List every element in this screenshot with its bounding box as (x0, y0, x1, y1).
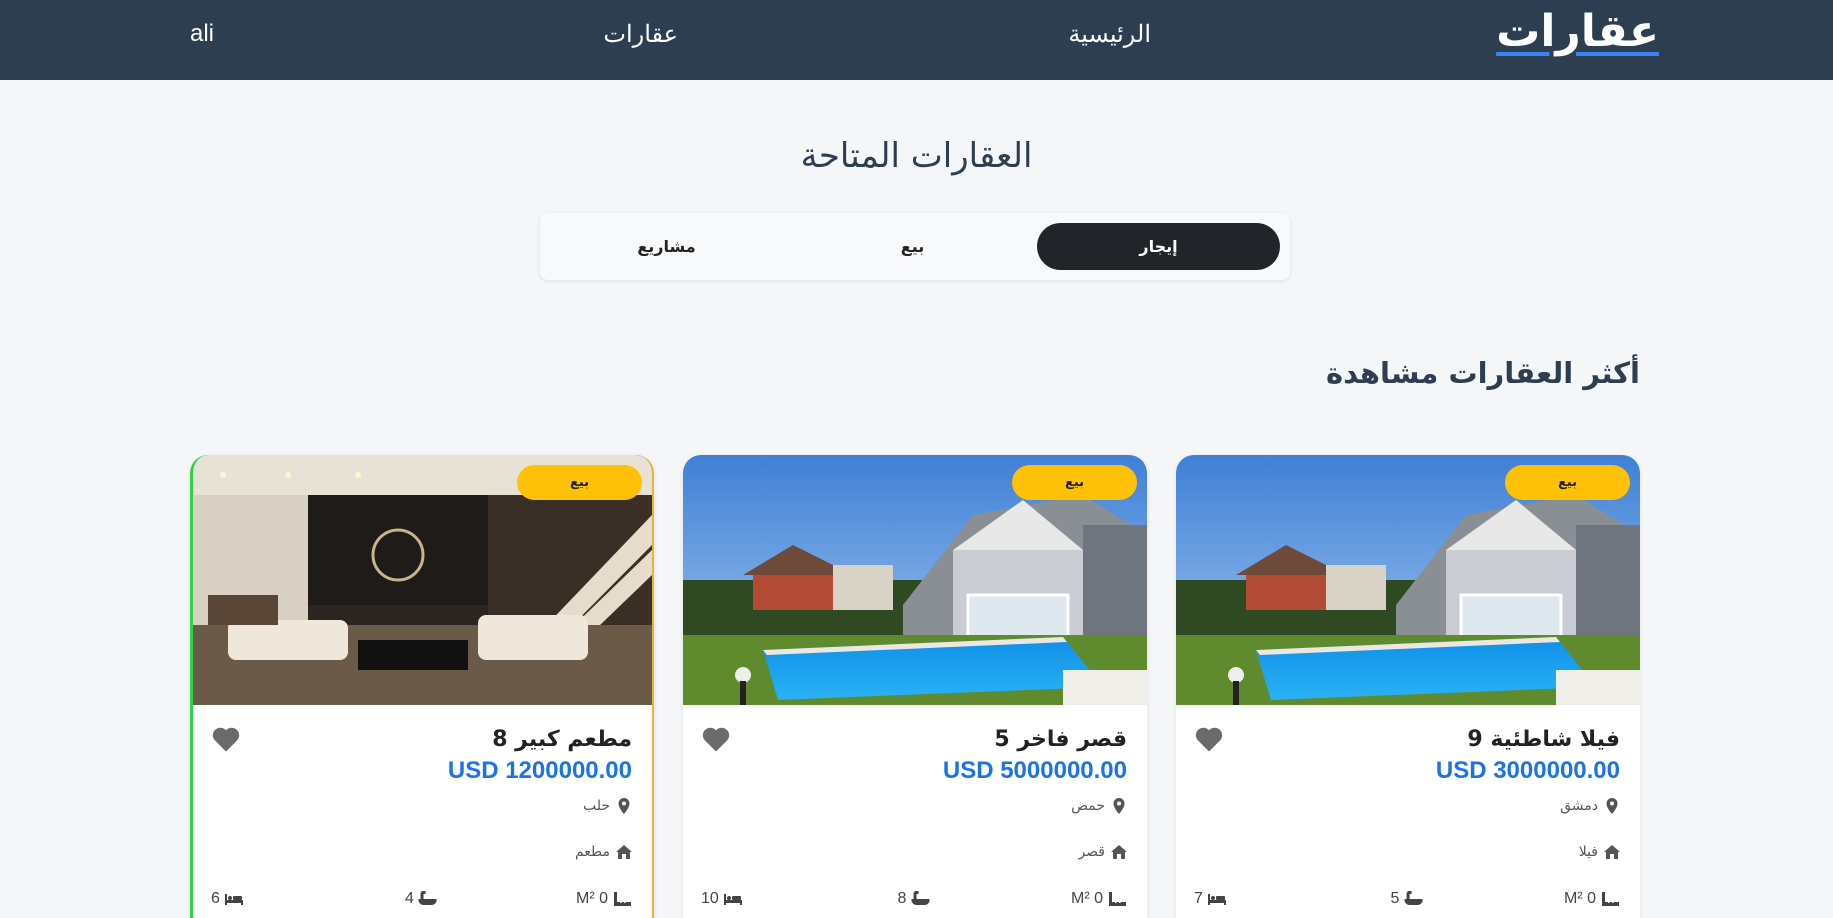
bed-icon (224, 894, 243, 905)
tab-rent[interactable]: إيجار (1037, 223, 1280, 270)
location-pin-icon (1606, 798, 1618, 814)
bedrooms-stat: 10 (701, 890, 743, 908)
home-icon (1604, 845, 1620, 859)
area-value: M² 0 (576, 890, 608, 907)
location-label: حمص (1071, 798, 1105, 814)
property-title[interactable]: مطعم كبير 8 (492, 727, 632, 752)
bedrooms-stat: 7 (1194, 890, 1227, 908)
bathrooms-stat: 5 (1391, 890, 1424, 908)
bath-icon (1404, 891, 1423, 906)
listing-badge: بيع (1505, 465, 1630, 500)
nav-user-menu[interactable]: ali (190, 20, 214, 48)
property-card[interactable]: بيع فيلا شاطئية 9 USD 3000000.00 دمشق في… (1176, 455, 1640, 918)
property-price: USD 3000000.00 (1435, 757, 1620, 784)
area-stat: M² 0 (1071, 890, 1127, 908)
property-price: USD 5000000.00 (942, 757, 1127, 784)
bed-icon (723, 894, 742, 905)
ruler-icon (1109, 892, 1126, 906)
property-image-villa[interactable]: بيع (1176, 455, 1640, 705)
property-type: مطعم (575, 844, 632, 860)
page-title: العقارات المتاحة (800, 136, 1033, 176)
nav-link-home[interactable]: الرئيسية (1068, 20, 1151, 49)
tab-sale[interactable]: بيع (791, 223, 1034, 270)
property-stats: M² 0 5 7 (1194, 890, 1620, 912)
type-label: مطعم (574, 844, 610, 860)
ruler-icon (1602, 892, 1619, 906)
tab-projects[interactable]: مشاريع (545, 223, 788, 270)
property-location: حمص (1071, 798, 1127, 814)
property-card[interactable]: بيع مطعم كبير 8 USD 1200000.00 حلب مطعم … (190, 455, 654, 918)
heart-icon[interactable] (1194, 725, 1224, 753)
location-pin-icon (618, 798, 630, 814)
property-card[interactable]: بيع قصر فاخر 5 USD 5000000.00 حمص قصر M²… (683, 455, 1147, 918)
bedrooms-value: 7 (1194, 890, 1203, 907)
bed-icon (1207, 894, 1226, 905)
location-pin-icon (1113, 798, 1125, 814)
bath-icon (911, 891, 930, 906)
property-location: دمشق (1560, 798, 1620, 814)
ruler-icon (614, 892, 631, 906)
bathrooms-stat: 4 (405, 890, 438, 908)
navbar: عقارات الرئيسية عقارات ali (0, 0, 1833, 80)
brand-logo-link[interactable]: عقارات (1496, 6, 1659, 57)
listing-type-tabs: إيجار بيع مشاريع (540, 213, 1290, 280)
bedrooms-stat: 6 (211, 890, 244, 908)
bath-icon (418, 891, 437, 906)
type-label: قصر (1078, 844, 1105, 860)
property-type: فيلا (1579, 844, 1620, 860)
bathrooms-value: 5 (1390, 890, 1400, 907)
property-image-palace[interactable]: بيع (683, 455, 1147, 705)
bedrooms-value: 10 (701, 890, 719, 907)
area-value: M² 0 (1071, 890, 1103, 907)
property-stats: M² 0 4 6 (211, 890, 632, 912)
property-stats: M² 0 8 10 (701, 890, 1127, 912)
location-label: دمشق (1560, 798, 1598, 814)
listing-badge: بيع (1012, 465, 1137, 500)
nav-link-estates[interactable]: عقارات (603, 20, 678, 49)
home-icon (1111, 845, 1127, 859)
property-image-restaurant[interactable]: بيع (193, 455, 652, 705)
bathrooms-stat: 8 (898, 890, 931, 908)
bathrooms-value: 4 (405, 890, 414, 907)
property-title[interactable]: قصر فاخر 5 (994, 727, 1127, 752)
property-location: حلب (583, 798, 632, 814)
bathrooms-value: 8 (897, 890, 907, 907)
property-type: قصر (1078, 844, 1127, 860)
type-label: فيلا (1578, 844, 1598, 860)
section-title: أكثر العقارات مشاهدة (1326, 356, 1640, 390)
home-icon (616, 845, 632, 859)
heart-icon[interactable] (701, 725, 731, 753)
property-title[interactable]: فيلا شاطئية 9 (1467, 727, 1620, 752)
area-stat: M² 0 (1564, 890, 1620, 908)
location-label: حلب (582, 798, 610, 814)
area-value: M² 0 (1564, 890, 1596, 907)
property-price: USD 1200000.00 (447, 757, 632, 784)
listing-badge: بيع (517, 465, 642, 500)
heart-icon[interactable] (211, 725, 241, 753)
area-stat: M² 0 (576, 890, 632, 908)
bedrooms-value: 6 (211, 890, 220, 907)
